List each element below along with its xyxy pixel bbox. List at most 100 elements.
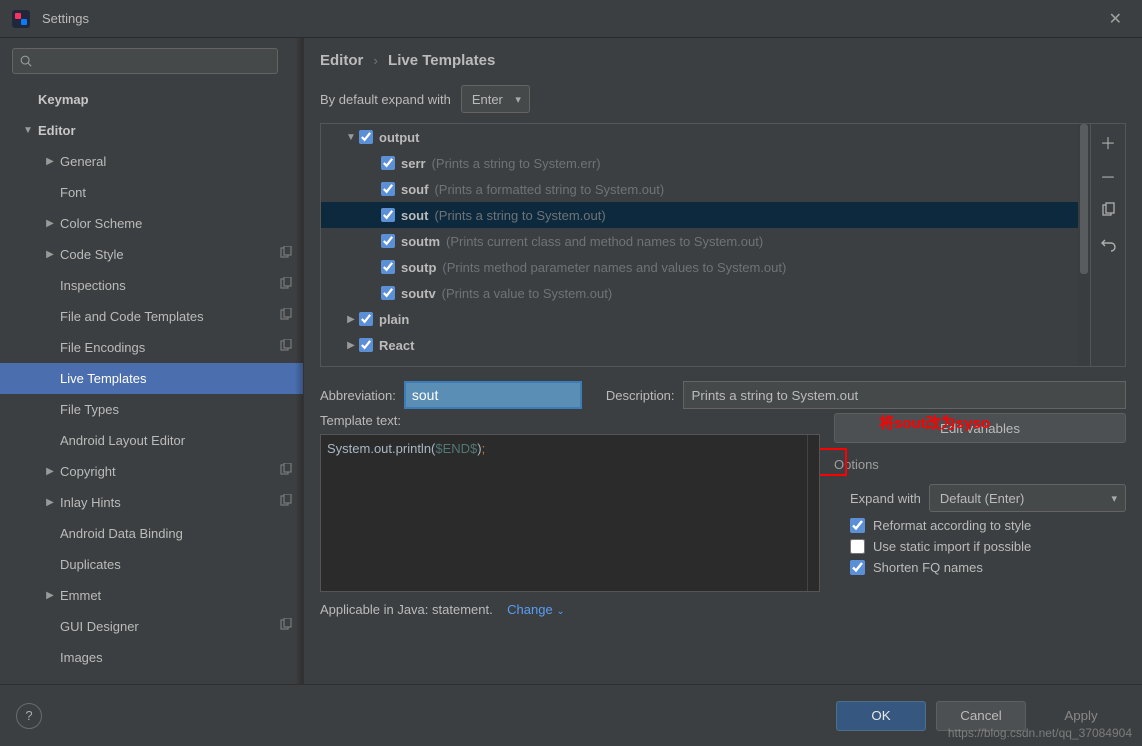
chevron-icon: ▶ bbox=[40, 249, 60, 260]
scrollbar[interactable] bbox=[1078, 124, 1090, 366]
sidebar-item-file-types[interactable]: File Types bbox=[0, 394, 303, 425]
template-row-soutm[interactable]: soutm(Prints current class and method na… bbox=[321, 228, 1090, 254]
sidebar-item-emmet[interactable]: ▶Emmet bbox=[0, 580, 303, 611]
config-icon bbox=[279, 494, 293, 511]
template-text-area[interactable]: System.out.println($END$); bbox=[320, 434, 820, 592]
chevron-icon: ▶ bbox=[40, 466, 60, 477]
chevron-icon: ▶ bbox=[40, 497, 60, 508]
help-icon[interactable]: ? bbox=[16, 703, 42, 729]
sidebar-item-inlay-hints[interactable]: ▶Inlay Hints bbox=[0, 487, 303, 518]
template-row-plain[interactable]: ▶ plain bbox=[321, 306, 1090, 332]
content-panel: Editor › Live Templates By default expan… bbox=[304, 38, 1142, 684]
expand-value: Enter bbox=[472, 92, 503, 107]
config-icon bbox=[279, 277, 293, 294]
breadcrumb-root[interactable]: Editor bbox=[320, 52, 363, 69]
sidebar-item-label: File Encodings bbox=[60, 340, 145, 355]
template-name: plain bbox=[379, 312, 409, 327]
option-checkbox[interactable] bbox=[850, 518, 865, 533]
add-icon[interactable]: ＋ bbox=[1096, 130, 1120, 154]
chevron-icon: ▶ bbox=[343, 314, 359, 325]
cancel-button[interactable]: Cancel bbox=[936, 701, 1026, 731]
sidebar-item-file-encodings[interactable]: File Encodings bbox=[0, 332, 303, 363]
sidebar-item-keymap[interactable]: Keymap bbox=[0, 84, 303, 115]
template-name: React bbox=[379, 338, 414, 353]
sidebar-item-label: Live Templates bbox=[60, 371, 146, 386]
config-icon bbox=[279, 339, 293, 356]
sidebar-item-images[interactable]: Images bbox=[0, 642, 303, 673]
breadcrumb: Editor › Live Templates bbox=[304, 52, 1142, 77]
template-name: soutp bbox=[401, 260, 436, 275]
template-row-souf[interactable]: souf(Prints a formatted string to System… bbox=[321, 176, 1090, 202]
config-icon bbox=[279, 246, 293, 263]
chevron-icon: ▶ bbox=[40, 156, 60, 167]
template-row-serr[interactable]: serr(Prints a string to System.err) bbox=[321, 150, 1090, 176]
template-row-soutv[interactable]: soutv(Prints a value to System.out) bbox=[321, 280, 1090, 306]
template-checkbox[interactable] bbox=[381, 234, 395, 248]
ok-button[interactable]: OK bbox=[836, 701, 926, 731]
option-label: Reformat according to style bbox=[873, 518, 1031, 533]
sidebar-item-copyright[interactable]: ▶Copyright bbox=[0, 456, 303, 487]
sidebar-item-color-scheme[interactable]: ▶Color Scheme bbox=[0, 208, 303, 239]
template-checkbox[interactable] bbox=[381, 208, 395, 222]
template-name: souf bbox=[401, 182, 428, 197]
scrollbar[interactable] bbox=[807, 435, 819, 591]
copy-icon[interactable] bbox=[1096, 198, 1120, 222]
abbreviation-input[interactable] bbox=[404, 381, 582, 409]
sidebar-item-label: Android Data Binding bbox=[60, 526, 183, 541]
description-input[interactable] bbox=[683, 381, 1126, 409]
app-icon bbox=[12, 10, 30, 28]
sidebar-item-label: General bbox=[60, 154, 106, 169]
template-checkbox[interactable] bbox=[359, 312, 373, 326]
close-icon[interactable]: ✕ bbox=[1101, 5, 1130, 33]
template-tree[interactable]: ▼outputserr(Prints a string to System.er… bbox=[320, 123, 1090, 367]
sidebar-item-label: GUI Designer bbox=[60, 619, 139, 634]
sidebar-item-gui-designer[interactable]: GUI Designer bbox=[0, 611, 303, 642]
sidebar-item-android-layout-editor[interactable]: Android Layout Editor bbox=[0, 425, 303, 456]
abbreviation-label: Abbreviation: bbox=[320, 388, 396, 403]
template-checkbox[interactable] bbox=[381, 286, 395, 300]
template-desc: (Prints a string to System.err) bbox=[432, 156, 601, 171]
remove-icon[interactable]: － bbox=[1096, 164, 1120, 188]
apply-button[interactable]: Apply bbox=[1036, 701, 1126, 731]
template-name: soutm bbox=[401, 234, 440, 249]
option-row: Use static import if possible bbox=[834, 539, 1126, 554]
option-row: Reformat according to style bbox=[834, 518, 1126, 533]
template-checkbox[interactable] bbox=[359, 338, 373, 352]
template-checkbox[interactable] bbox=[381, 260, 395, 274]
sidebar-item-label: Color Scheme bbox=[60, 216, 142, 231]
template-text-label: Template text: bbox=[320, 413, 820, 428]
sidebar-item-file-and-code-templates[interactable]: File and Code Templates bbox=[0, 301, 303, 332]
sidebar-item-duplicates[interactable]: Duplicates bbox=[0, 549, 303, 580]
sidebar-item-live-templates[interactable]: Live Templates bbox=[0, 363, 303, 394]
edit-variables-button[interactable]: Edit variables bbox=[834, 413, 1126, 443]
sidebar-item-label: Duplicates bbox=[60, 557, 121, 572]
option-checkbox[interactable] bbox=[850, 539, 865, 554]
template-checkbox[interactable] bbox=[381, 182, 395, 196]
template-desc: (Prints method parameter names and value… bbox=[442, 260, 786, 275]
template-row-React[interactable]: ▶React bbox=[321, 332, 1090, 358]
search-input[interactable] bbox=[12, 48, 278, 74]
sidebar-item-font[interactable]: Font bbox=[0, 177, 303, 208]
breadcrumb-leaf: Live Templates bbox=[388, 52, 495, 69]
template-name: output bbox=[379, 130, 419, 145]
template-checkbox[interactable] bbox=[359, 130, 373, 144]
change-link[interactable]: Change ⌄ bbox=[507, 602, 565, 617]
undo-icon[interactable] bbox=[1096, 232, 1120, 256]
settings-tree: Keymap▼Editor▶GeneralFont▶Color Scheme▶C… bbox=[0, 84, 303, 684]
sidebar-item-inspections[interactable]: Inspections bbox=[0, 270, 303, 301]
sidebar-item-general[interactable]: ▶General bbox=[0, 146, 303, 177]
sidebar-item-android-data-binding[interactable]: Android Data Binding bbox=[0, 518, 303, 549]
sidebar-item-code-style[interactable]: ▶Code Style bbox=[0, 239, 303, 270]
template-desc: (Prints a value to System.out) bbox=[442, 286, 613, 301]
template-row-sout[interactable]: sout(Prints a string to System.out) bbox=[321, 202, 1090, 228]
sidebar-item-label: File Types bbox=[60, 402, 119, 417]
template-checkbox[interactable] bbox=[381, 156, 395, 170]
expand-combo[interactable]: Enter bbox=[461, 85, 530, 113]
option-checkbox[interactable] bbox=[850, 560, 865, 575]
sidebar-item-editor[interactable]: ▼Editor bbox=[0, 115, 303, 146]
template-row-soutp[interactable]: soutp (Prints method parameter names and … bbox=[321, 254, 1090, 280]
option-label: Use static import if possible bbox=[873, 539, 1031, 554]
template-row-output[interactable]: ▼output bbox=[321, 124, 1090, 150]
config-icon bbox=[279, 463, 293, 480]
expand-with-combo[interactable]: Default (Enter) bbox=[929, 484, 1126, 512]
